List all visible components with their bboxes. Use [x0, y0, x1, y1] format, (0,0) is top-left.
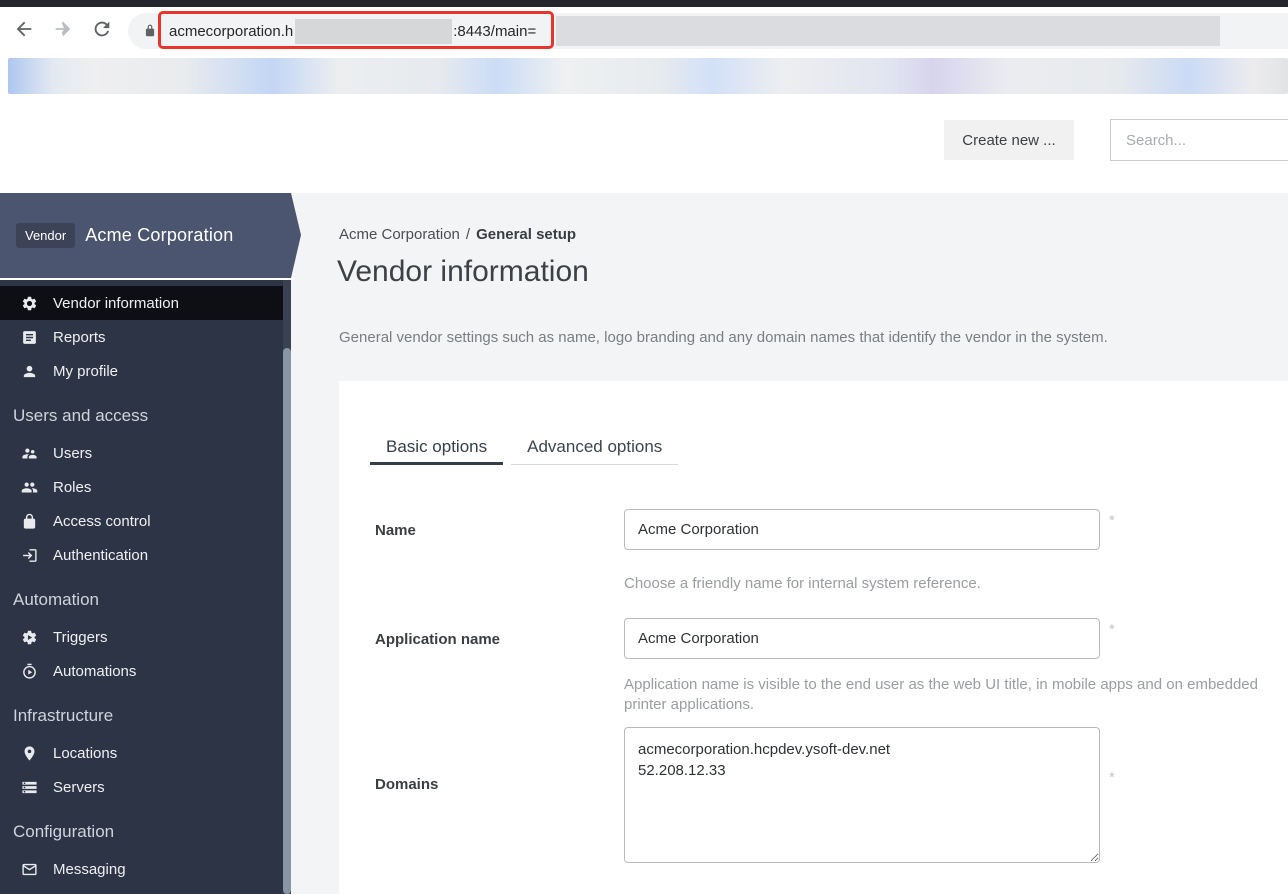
- sidebar-section-automation: Automation: [0, 579, 283, 620]
- application-name-field-help: Application name is visible to the end u…: [624, 675, 1258, 715]
- vendor-name: Acme Corporation: [85, 225, 233, 246]
- sidebar-item-access-control[interactable]: Access control: [0, 504, 283, 538]
- sidebar-item-label: Servers: [53, 779, 105, 796]
- tab-basic-options[interactable]: Basic options: [370, 437, 503, 465]
- main-content: Acme Corporation / General setup Vendor in…: [291, 193, 1288, 894]
- sidebar-item-label: Reports: [53, 329, 106, 346]
- sidebar-item-reports[interactable]: Reports: [0, 320, 283, 354]
- bookmarks-bar-blurred: [8, 58, 1288, 94]
- create-new-button[interactable]: Create new ...: [944, 120, 1074, 160]
- lock-icon: [143, 23, 157, 39]
- domains-field[interactable]: acmecorporation.hcpdev.ysoft-dev.net 52.…: [624, 727, 1100, 863]
- name-field-help: Choose a friendly name for internal syst…: [624, 575, 981, 592]
- name-field[interactable]: [624, 509, 1100, 550]
- page-title: Vendor information: [337, 255, 589, 289]
- user-add-icon: [21, 445, 38, 462]
- sidebar-item-messaging[interactable]: Messaging: [0, 852, 283, 886]
- sidebar-item-label: Locations: [53, 745, 117, 762]
- application-name-field-label: Application name: [375, 631, 500, 648]
- mail-icon: [21, 861, 38, 878]
- page-description: General vendor settings such as name, lo…: [339, 329, 1108, 346]
- arrow-forward-icon: [52, 18, 74, 40]
- application-name-field[interactable]: [624, 618, 1100, 659]
- required-marker: *: [1109, 621, 1115, 638]
- breadcrumb-parent[interactable]: Acme Corporation: [339, 226, 460, 243]
- sidebar-item-locations[interactable]: Locations: [0, 736, 283, 770]
- url-redaction: [295, 19, 452, 44]
- name-field-label: Name: [375, 522, 416, 539]
- sidebar: Vendor Acme Corporation Vendor informati…: [0, 193, 291, 894]
- browser-reload-button[interactable]: [91, 18, 115, 42]
- sidebar-section-infrastructure: Infrastructure: [0, 695, 283, 736]
- search-input[interactable]: [1110, 119, 1288, 161]
- sidebar-item-servers[interactable]: Servers: [0, 770, 283, 804]
- sidebar-scrollbar[interactable]: [283, 348, 291, 894]
- breadcrumb: Acme Corporation / General setup: [339, 226, 576, 243]
- browser-toolbar: acmecorporation.h :8443/main=: [0, 7, 1288, 52]
- sidebar-item-my-profile[interactable]: My profile: [0, 354, 283, 388]
- trigger-gear-icon: [21, 629, 38, 646]
- reload-icon: [91, 18, 113, 40]
- arrow-back-icon: [13, 18, 35, 40]
- login-icon: [21, 547, 38, 564]
- report-icon: [21, 329, 38, 346]
- sidebar-nav: Vendor information Reports My profile Us…: [0, 280, 283, 886]
- tab-label: Basic options: [386, 437, 487, 456]
- sidebar-item-label: Automations: [53, 663, 136, 680]
- timer-play-icon: [21, 663, 38, 680]
- app-top-header: Create new ...: [0, 94, 1288, 193]
- sidebar-item-label: Access control: [53, 513, 151, 530]
- sidebar-item-authentication[interactable]: Authentication: [0, 538, 283, 572]
- sidebar-item-label: Triggers: [53, 629, 107, 646]
- browser-forward-button[interactable]: [52, 18, 76, 42]
- breadcrumb-separator: /: [466, 226, 470, 243]
- settings-card: Basic options Advanced options Name * Ch…: [339, 381, 1288, 894]
- url-text-port: :8443/main=: [453, 23, 536, 40]
- lock-icon: [21, 513, 38, 530]
- tab-bar: Basic options Advanced options: [370, 437, 678, 465]
- window-top-strip: [0, 0, 1288, 7]
- tab-label: Advanced options: [527, 437, 662, 456]
- sidebar-item-roles[interactable]: Roles: [0, 470, 283, 504]
- sidebar-item-triggers[interactable]: Triggers: [0, 620, 283, 654]
- map-pin-icon: [21, 745, 38, 762]
- breadcrumb-current: General setup: [476, 226, 576, 243]
- tab-advanced-options[interactable]: Advanced options: [511, 437, 678, 465]
- url-text-start: acmecorporation.h: [169, 23, 293, 40]
- sidebar-item-label: Messaging: [53, 861, 126, 878]
- group-icon: [21, 479, 38, 496]
- gear-icon: [21, 295, 38, 312]
- required-marker: *: [1109, 512, 1115, 529]
- sidebar-item-users[interactable]: Users: [0, 436, 283, 470]
- browser-back-button[interactable]: [13, 18, 37, 42]
- required-marker: *: [1109, 769, 1115, 786]
- server-icon: [21, 779, 38, 796]
- sidebar-item-label: My profile: [53, 363, 118, 380]
- sidebar-header-divider: [0, 278, 295, 280]
- sidebar-item-vendor-information[interactable]: Vendor information: [0, 286, 283, 320]
- sidebar-vendor-header: Vendor Acme Corporation: [0, 193, 301, 278]
- sidebar-section-configuration: Configuration: [0, 811, 283, 852]
- url-redaction: [556, 16, 1220, 46]
- domains-field-label: Domains: [375, 776, 438, 793]
- sidebar-item-label: Vendor information: [53, 295, 179, 312]
- app-frame: Vendor Acme Corporation Vendor informati…: [0, 193, 1288, 894]
- sidebar-item-label: Authentication: [53, 547, 148, 564]
- sidebar-item-label: Users: [53, 445, 92, 462]
- sidebar-item-label: Roles: [53, 479, 91, 496]
- person-icon: [21, 363, 38, 380]
- vendor-badge: Vendor: [16, 223, 75, 248]
- screen: acmecorporation.h :8443/main= Create new…: [0, 0, 1288, 894]
- sidebar-item-automations[interactable]: Automations: [0, 654, 283, 688]
- sidebar-section-users-and-access: Users and access: [0, 395, 283, 436]
